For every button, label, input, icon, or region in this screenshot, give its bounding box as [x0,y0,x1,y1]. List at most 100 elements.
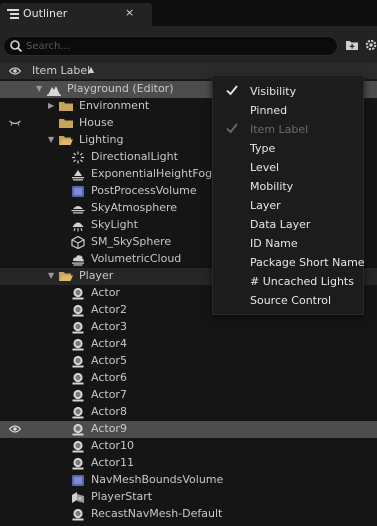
menu-item-label: Visibility [250,85,297,98]
directional-light-icon [71,151,85,164]
menu-item-label: # Uncached Lights [250,275,354,288]
sort-ascending-icon: ▲ [88,65,95,74]
expand-arrow-icon[interactable]: ▼ [36,84,44,93]
menu-item-source-control[interactable]: Source Control [213,291,363,310]
menu-item-label: Mobility [250,180,294,193]
actor-icon [71,321,85,334]
menu-item-id-name[interactable]: ID Name [213,234,363,253]
menu-item-label: Item Label [250,123,309,136]
actor-icon [71,287,85,300]
tree-row[interactable]: Actor3 [0,319,377,336]
item-label-header[interactable]: Item Label [32,64,90,77]
tree-row[interactable]: Actor5 [0,353,377,370]
add-folder-icon[interactable] [346,39,359,51]
folder-open-icon [59,134,73,147]
level-icon [47,83,61,96]
actor-icon [71,372,85,385]
tree-row-label: Actor3 [91,320,127,333]
visibility-eye-icon[interactable] [9,424,21,434]
actor-icon [71,355,85,368]
toolbar [0,26,377,63]
tree-row[interactable]: Actor8 [0,404,377,421]
tree-row-label: Actor10 [91,439,134,452]
menu-item-package-short-name[interactable]: Package Short Name [213,253,365,272]
expand-arrow-icon[interactable]: ▼ [48,135,56,144]
menu-item-pinned[interactable]: Pinned [213,101,363,120]
folder-open-icon [59,270,73,283]
eye-icon[interactable] [9,66,21,76]
skylight-icon [71,219,85,232]
tree-row-label: NavMeshBoundsVolume [91,473,224,486]
expand-arrow-icon[interactable]: ▼ [48,271,56,280]
actor-icon [71,440,85,453]
menu-item-label: Package Short Name [250,256,365,269]
tree-row-label: Actor8 [91,405,127,418]
tree-row-label: SM_SkySphere [91,235,172,248]
player-start-icon [71,491,85,504]
tree-row-label: Actor7 [91,388,127,401]
tree-row-label: RecastNavMesh-Default [91,507,223,520]
tree-row[interactable]: Actor11 [0,455,377,472]
menu-item-type[interactable]: Type [213,139,363,158]
actor-icon [71,406,85,419]
tree-row-label: Player [79,269,114,282]
menu-item-item-label: Item Label [213,120,363,139]
tree-row-label: Lighting [79,133,124,146]
tree-row-label: Actor6 [91,371,127,384]
tab-outliner[interactable]: Outliner × [0,3,152,26]
volume-icon [71,474,85,487]
tab-label: Outliner [23,7,68,20]
actor-icon [71,338,85,351]
tree-row-label: DirectionalLight [91,150,178,163]
search-box[interactable] [3,36,338,56]
tree-row-label: Actor5 [91,354,127,367]
menu-item-label: Pinned [250,104,288,117]
hidden-eye-icon[interactable] [9,118,21,128]
menu-item-data-layer[interactable]: Data Layer [213,215,363,234]
menu-item-layer[interactable]: Layer [213,196,363,215]
tree-row[interactable]: Actor4 [0,336,377,353]
tree-row[interactable]: NavMeshBoundsVolume [0,472,377,489]
tree-row[interactable]: Actor9 [0,421,377,438]
tree-row-label: Actor11 [91,456,134,469]
gear-icon[interactable] [364,38,377,52]
tree-row[interactable]: Actor6 [0,370,377,387]
menu-item-mobility[interactable]: Mobility [213,177,363,196]
menu-item-label: Level [250,161,280,174]
search-input[interactable] [26,39,326,54]
search-icon [10,40,23,53]
tree-row-label: Playground (Editor) [67,82,174,95]
tree-row-label: Environment [79,99,150,112]
menu-item-label: Data Layer [250,218,311,231]
collapsed-arrow-icon[interactable]: ▶ [48,101,56,110]
tree-row-label: ExponentialHeightFog [91,167,213,180]
tree-row-label: House [79,116,114,129]
tree-row-label: Actor9 [91,422,127,435]
tree-row[interactable]: Actor10 [0,438,377,455]
folder-icon [59,100,73,113]
tree-row-label: SkyAtmosphere [91,201,178,214]
tree-row[interactable]: Actor7 [0,387,377,404]
actor-icon [71,457,85,470]
outliner-icon [7,9,19,20]
volume-icon [71,185,85,198]
menu-item-label: ID Name [250,237,298,250]
tree-row[interactable]: RecastNavMesh-Default [0,506,377,523]
folder-icon [59,117,73,130]
tree-row-label: PlayerStart [91,490,153,503]
menu-item-visibility[interactable]: Visibility [213,82,363,101]
actor-icon [71,389,85,402]
menu-item-label: Type [250,142,276,155]
tree-row-label: SkyLight [91,218,138,231]
tree-row-label: Actor4 [91,337,127,350]
menu-item-level[interactable]: Level [213,158,363,177]
sky-atmosphere-icon [71,202,85,215]
tab-bar: Outliner × [0,0,377,26]
tree-row-label: Actor [91,286,120,299]
static-mesh-icon [71,235,85,250]
menu-item-uncached-lights[interactable]: # Uncached Lights [213,272,363,291]
close-icon[interactable]: × [125,6,134,19]
menu-item-label: Layer [250,199,281,212]
tree-row[interactable]: PlayerStart [0,489,377,506]
fog-icon [71,168,85,181]
